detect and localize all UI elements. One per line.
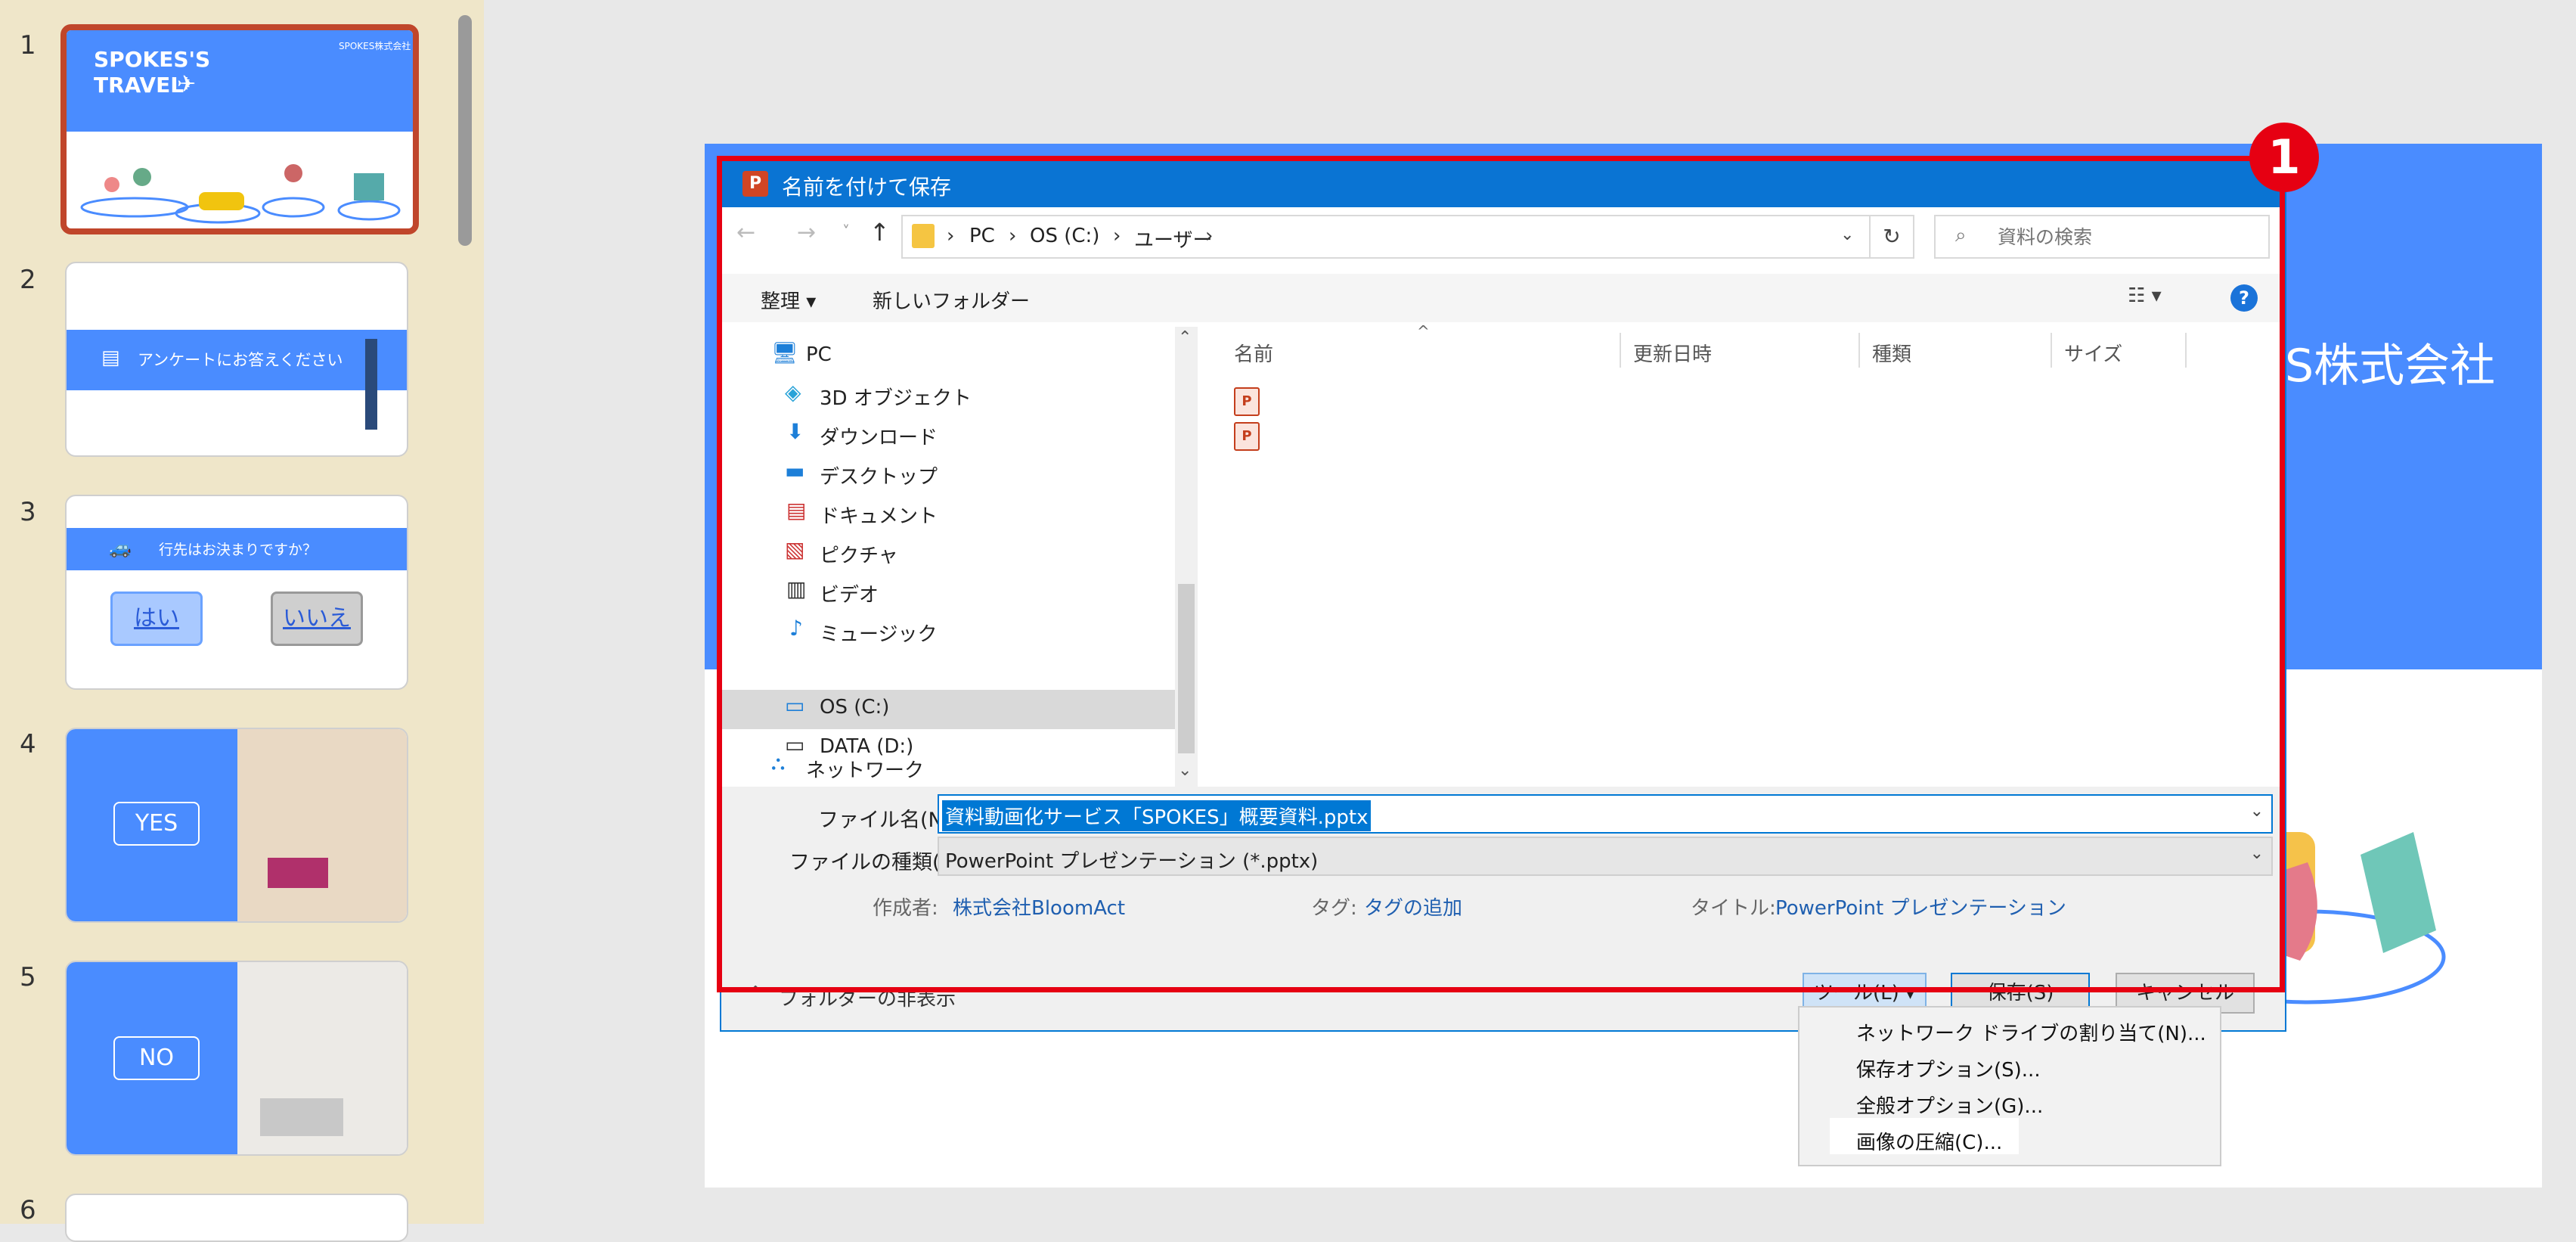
highlight-box xyxy=(717,156,2285,992)
slide-number: 5 xyxy=(20,962,36,992)
document-icon: ▤ xyxy=(101,346,120,369)
no-option: いいえ xyxy=(271,592,363,646)
company-name: S株式会社 xyxy=(2285,340,2496,393)
menu-item-general-options[interactable]: 全般オプション(G)... xyxy=(1856,1091,2043,1119)
slide-banner: 🚙 行先はお決まりですか？ xyxy=(67,528,407,570)
slide-thumbnail-5[interactable]: NO xyxy=(65,961,408,1156)
worried-person-photo xyxy=(237,962,407,1154)
step-number-badge: 1 xyxy=(2249,123,2319,192)
slide-banner-text: アンケートにお答えください xyxy=(138,351,343,369)
yes-option: はい xyxy=(110,592,203,646)
yes-label: YES xyxy=(113,802,200,846)
slide-number: 1 xyxy=(20,30,36,61)
menu-item-save-options[interactable]: 保存オプション(S)... xyxy=(1856,1054,2041,1082)
slide-title-line2: TRAVEL xyxy=(94,73,184,98)
travel-illustration xyxy=(80,164,401,224)
slide-brand: SPOKES株式会社 xyxy=(339,41,411,51)
person-illustration xyxy=(365,339,377,430)
slide-number: 6 xyxy=(20,1195,36,1225)
slide-left-panel: YES xyxy=(67,729,237,921)
slide-banner: ▤ アンケートにお答えください xyxy=(67,330,407,390)
airplane-icon: ✈ xyxy=(177,71,197,98)
menu-item-map-network-drive[interactable]: ネットワーク ドライブの割り当て(N)... xyxy=(1856,1018,2206,1046)
laptop-shape xyxy=(268,858,328,888)
slide-number: 3 xyxy=(20,497,36,527)
slide-thumbnail-pane: 1 SPOKES'S TRAVEL ✈ SPOKES株式会社 2 ▤ アンケート… xyxy=(0,0,484,1242)
no-label: NO xyxy=(113,1036,200,1080)
slide-left-panel: NO xyxy=(67,962,237,1154)
family-photo xyxy=(237,729,407,921)
thumbnail-scrollbar[interactable] xyxy=(458,15,472,246)
car-icon: 🚙 xyxy=(109,537,132,558)
slide-thumbnail-6[interactable] xyxy=(65,1194,408,1242)
slide-thumbnail-3[interactable]: 🚙 行先はお決まりですか？ はい いいえ xyxy=(65,495,408,690)
tools-dropdown-menu: ネットワーク ドライブの割り当て(N)... 保存オプション(S)... 全般オ… xyxy=(1798,1006,2221,1166)
slide-thumbnail-4[interactable]: YES xyxy=(65,728,408,923)
slide-thumbnail-1[interactable]: SPOKES'S TRAVEL ✈ SPOKES株式会社 xyxy=(60,24,419,234)
slide-number: 2 xyxy=(20,265,36,295)
laptop-shape xyxy=(260,1098,343,1136)
menu-item-compress-pictures[interactable]: 画像の圧縮(C)... xyxy=(1856,1127,2002,1155)
slide-header-band: SPOKES'S TRAVEL ✈ SPOKES株式会社 xyxy=(67,30,413,132)
slide-title: SPOKES'S xyxy=(94,47,211,72)
slide-question: 行先はお決まりですか？ xyxy=(159,542,318,558)
slide-number: 4 xyxy=(20,729,36,759)
slide-thumbnail-2[interactable]: ▤ アンケートにお答えください xyxy=(65,262,408,457)
